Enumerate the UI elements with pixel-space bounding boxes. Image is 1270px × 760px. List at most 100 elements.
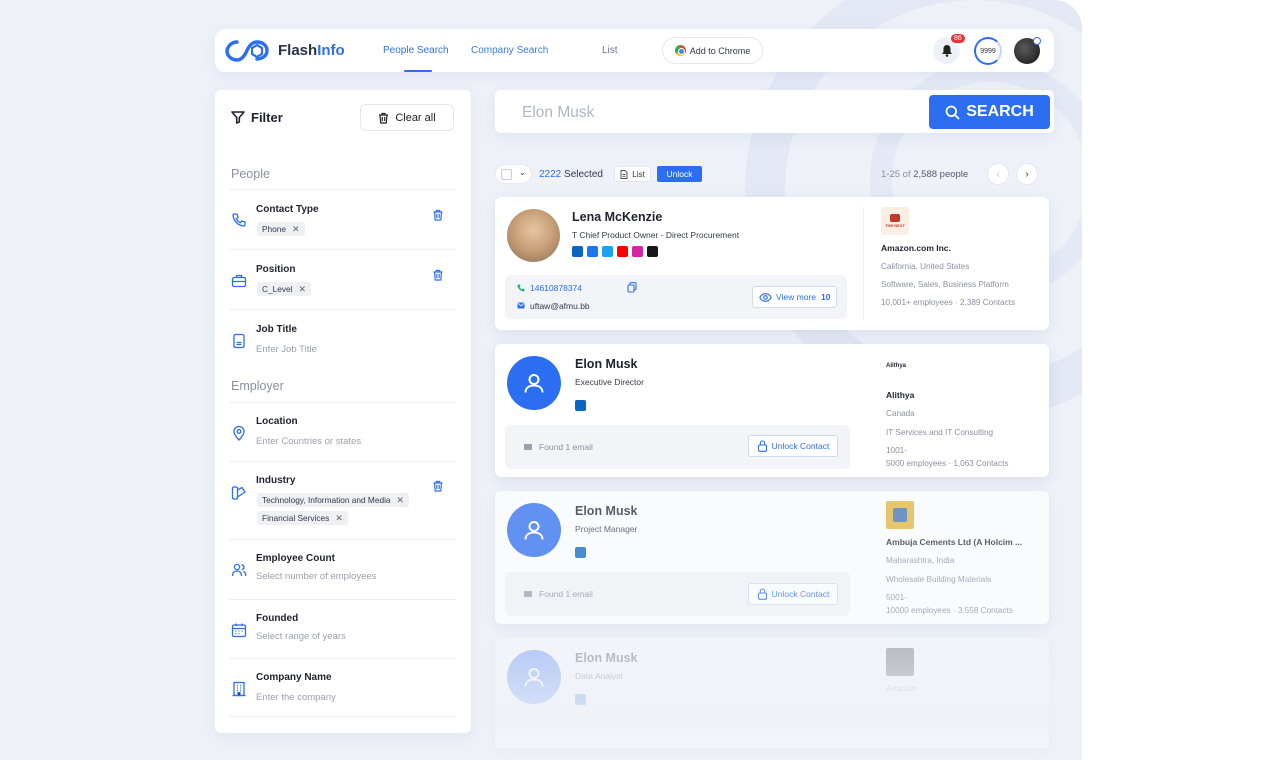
bulk-unlock-button[interactable]: Unlock xyxy=(657,166,702,182)
instagram-icon[interactable] xyxy=(632,246,643,257)
contact-phone[interactable]: 14610878374 xyxy=(530,283,582,293)
company-logo-icon xyxy=(890,214,900,222)
unlock-contact-button[interactable]: Unlock Contact xyxy=(748,435,838,457)
contact-email[interactable]: uftaw@afmu.bb xyxy=(530,301,590,311)
contact-photo xyxy=(507,209,560,262)
add-to-chrome-button[interactable]: Add to Chrome xyxy=(662,37,763,64)
add-to-list-button[interactable]: List xyxy=(614,166,651,182)
remove-chip-icon[interactable]: ✕ xyxy=(397,495,405,506)
view-more-button[interactable]: View more 10 xyxy=(752,286,838,308)
company-name[interactable]: Amazon.com Inc. xyxy=(881,243,951,253)
document-icon xyxy=(620,169,628,179)
filter-label: Industry xyxy=(256,475,296,486)
result-card[interactable]: Elon Musk Data Analyst Amazon xyxy=(495,638,1049,748)
linkedin-icon[interactable] xyxy=(575,547,586,558)
company-location: Canada xyxy=(886,409,915,418)
company-name[interactable]: Ambuja Cements Ltd (A Holcim ... xyxy=(886,537,1022,547)
job-title-input[interactable]: Enter Job Title xyxy=(256,344,317,355)
trash-icon[interactable] xyxy=(432,209,444,221)
contact-name[interactable]: Elon Musk xyxy=(575,651,638,665)
contact-details-box: 14610878374 uftaw@afmu.bb View more 10 xyxy=(505,275,847,319)
tab-people-search[interactable]: People Search xyxy=(383,45,449,56)
remove-chip-icon[interactable]: ✕ xyxy=(335,513,343,524)
copy-icon[interactable] xyxy=(627,282,637,293)
search-button-label: SEARCH xyxy=(966,103,1034,120)
contact-name[interactable]: Lena McKenzie xyxy=(572,210,662,224)
contact-name[interactable]: Elon Musk xyxy=(575,504,638,518)
company-industry: IT Services and IT Consulting xyxy=(886,428,994,437)
top-navigation-bar: FlashInfo People Search Company Search L… xyxy=(215,29,1054,72)
trash-icon[interactable] xyxy=(432,480,444,492)
filter-label: Job Title xyxy=(256,324,297,335)
linkedin-icon[interactable] xyxy=(575,694,586,705)
filter-label: Contact Type xyxy=(256,204,319,215)
facebook-icon[interactable] xyxy=(587,246,598,257)
filter-chip[interactable]: Technology, Information and Media ✕ xyxy=(257,493,410,507)
employee-count-select[interactable]: Select number of employees xyxy=(256,571,376,582)
result-card[interactable]: Lena McKenzie T Chief Product Owner - Di… xyxy=(495,197,1049,330)
list-button-label: List xyxy=(632,169,645,179)
funnel-icon xyxy=(231,111,245,124)
pagination-summary: 1-25 of 2,588 people xyxy=(881,169,969,180)
next-page-button[interactable]: › xyxy=(1016,163,1038,185)
remove-chip-icon[interactable]: ✕ xyxy=(292,224,300,235)
people-icon xyxy=(231,563,247,577)
company-industry: Software, Sales, Business Platform xyxy=(881,280,1009,289)
calendar-icon xyxy=(231,623,247,638)
company-employee-range: 1001- xyxy=(886,446,907,455)
filter-chip[interactable]: C_Level ✕ xyxy=(257,282,311,296)
flashinfo-logo-icon xyxy=(225,40,269,62)
filter-header: Filter xyxy=(231,110,283,125)
company-stats: 10,001+ employees · 2,389 Contacts xyxy=(881,298,1016,307)
mail-icon xyxy=(524,444,532,450)
filter-chip[interactable]: Financial Services ✕ xyxy=(257,511,348,525)
logo[interactable]: FlashInfo xyxy=(224,37,345,64)
unlock-contact-button[interactable]: Unlock Contact xyxy=(748,583,838,605)
filter-job-title[interactable]: Job Title Enter Job Title xyxy=(215,310,471,368)
user-icon xyxy=(524,668,544,687)
filter-label: Company Name xyxy=(256,672,332,683)
trash-icon[interactable] xyxy=(432,269,444,281)
linkedin-icon[interactable] xyxy=(575,400,586,411)
add-to-chrome-label: Add to Chrome xyxy=(689,45,751,56)
view-more-count: 10 xyxy=(821,292,831,302)
contact-name[interactable]: Elon Musk xyxy=(575,357,638,371)
chevron-down-icon[interactable]: ⌄ xyxy=(519,168,526,177)
contact-details-box: Found 1 email Unlock Contact xyxy=(505,425,850,469)
youtube-icon[interactable] xyxy=(617,246,628,257)
credits-indicator[interactable]: 9999 xyxy=(974,37,1002,65)
phone-icon xyxy=(517,284,525,292)
search-input[interactable]: Elon Musk xyxy=(522,104,594,122)
github-icon[interactable] xyxy=(647,246,658,257)
filter-location[interactable]: Location Enter Countries or states xyxy=(215,403,471,461)
chrome-icon xyxy=(674,45,686,56)
founded-select[interactable]: Select range of years xyxy=(256,631,346,642)
filter-position[interactable]: Position C_Level ✕ xyxy=(215,250,471,310)
company-name-input[interactable]: Enter the company xyxy=(256,692,336,703)
company-name[interactable]: Alithya xyxy=(886,390,914,400)
filter-employee-count[interactable]: Employee Count Select number of employee… xyxy=(215,540,471,598)
filter-company-name[interactable]: Company Name Enter the company xyxy=(215,659,471,717)
location-input[interactable]: Enter Countries or states xyxy=(256,436,361,447)
filter-contact-type[interactable]: Contact Type Phone ✕ xyxy=(215,190,471,250)
app-canvas: FlashInfo People Search Company Search L… xyxy=(0,0,1082,760)
remove-chip-icon[interactable]: ✕ xyxy=(298,284,306,295)
company-industry: Wholesale Building Materials xyxy=(886,575,992,584)
search-button[interactable]: SEARCH xyxy=(929,95,1050,129)
select-all-dropdown[interactable]: ⌄ xyxy=(495,164,532,184)
filter-founded[interactable]: Founded Select range of years xyxy=(215,600,471,658)
tab-company-search[interactable]: Company Search xyxy=(471,45,548,56)
linkedin-icon[interactable] xyxy=(572,246,583,257)
result-card[interactable]: Elon Musk Executive Director Found 1 ema… xyxy=(495,344,1049,477)
select-all-checkbox[interactable] xyxy=(501,169,512,180)
twitter-icon[interactable] xyxy=(602,246,613,257)
notification-count-badge: 86 xyxy=(951,34,965,43)
filter-chip[interactable]: Phone ✕ xyxy=(257,222,305,236)
previous-page-button[interactable]: ‹ xyxy=(987,163,1009,185)
company-name[interactable]: Amazon xyxy=(886,684,916,693)
clear-all-button[interactable]: Clear all xyxy=(360,104,454,131)
divider xyxy=(863,207,864,319)
filter-industry[interactable]: Industry Technology, Information and Med… xyxy=(215,462,471,540)
result-card[interactable]: Elon Musk Project Manager Found 1 email … xyxy=(495,491,1049,624)
tab-list[interactable]: List xyxy=(602,45,618,56)
